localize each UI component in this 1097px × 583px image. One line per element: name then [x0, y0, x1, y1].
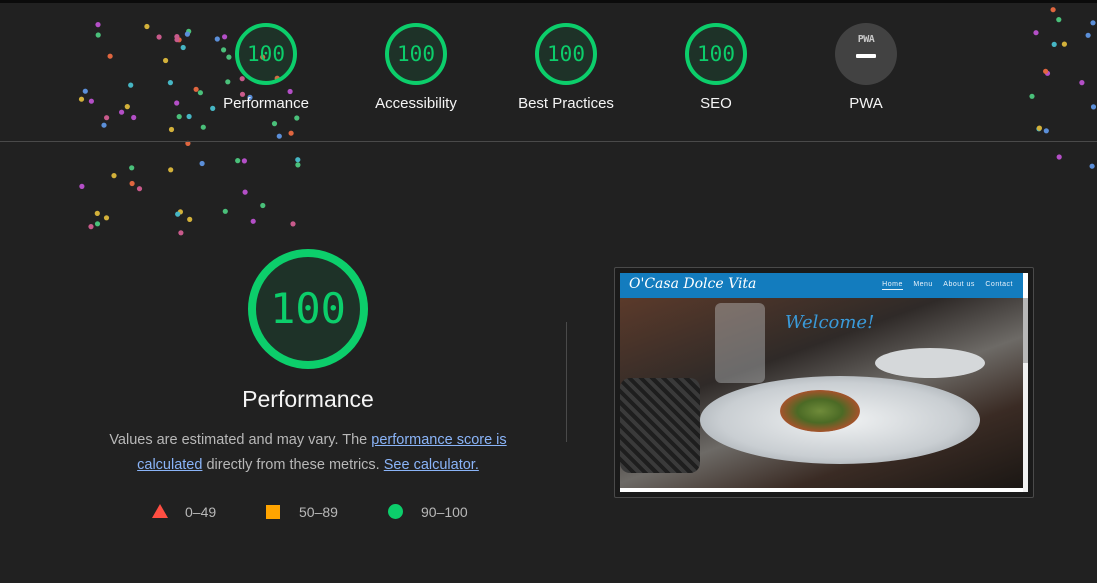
confetti-dot: [111, 173, 117, 179]
site-navbar: O'Casa Dolce Vita Home Menu About us Con…: [620, 273, 1023, 298]
performance-score-ring: 100: [235, 23, 297, 85]
see-calculator-link[interactable]: See calculator.: [384, 457, 479, 473]
legend-average-range: 50–89: [299, 504, 338, 520]
gauge-pwa-label: PWA: [849, 95, 883, 112]
pass-circle-icon: [388, 504, 403, 519]
confetti-dot: [103, 215, 110, 221]
gauge-accessibility[interactable]: 100 Accessibility: [336, 23, 496, 113]
confetti-dot: [88, 224, 94, 230]
confetti-dot: [136, 186, 143, 192]
gauge-accessibility-label: Accessibility: [375, 95, 457, 112]
gauge-seo[interactable]: 100 SEO: [636, 23, 796, 113]
legend-pass-range: 90–100: [421, 504, 468, 520]
site-nav-contact: Contact: [985, 281, 1013, 288]
hero-image: Welcome!: [620, 298, 1023, 488]
accessibility-score-ring: 100: [385, 23, 447, 85]
performance-title: Performance: [242, 386, 374, 412]
confetti-dot: [187, 216, 193, 222]
category-gauges-header: 100 Performance 100 Accessibility 100 Be…: [0, 3, 1097, 142]
hero-welcome-text: Welcome!: [785, 312, 875, 333]
seo-score-ring: 100: [685, 23, 747, 85]
confetti-dot: [235, 158, 241, 164]
average-square-icon: [266, 505, 280, 519]
description-text-1: Values are estimated and may vary. The: [109, 432, 372, 448]
gauge-performance-label: Performance: [223, 95, 309, 112]
confetti-dot: [295, 162, 301, 168]
vertical-divider: [566, 322, 567, 442]
confetti-dot: [168, 167, 174, 173]
confetti-dot: [290, 221, 296, 227]
fail-triangle-icon: [152, 504, 168, 518]
site-nav-links: Home Menu About us Contact: [874, 281, 1013, 290]
confetti-dot: [177, 209, 183, 215]
legend-fail-range: 0–49: [185, 504, 217, 520]
confetti-dot: [242, 189, 248, 195]
confetti-dot: [129, 180, 135, 187]
screenshot-scrollbar-thumb: [1023, 298, 1028, 363]
pwa-badge: PWA: [835, 23, 897, 85]
background-plate: [875, 348, 985, 378]
site-nav-menu: Menu: [913, 281, 933, 288]
wine-glass: [715, 303, 765, 383]
confetti-dot: [175, 211, 181, 217]
gauge-performance[interactable]: 100 Performance: [186, 23, 346, 113]
gauge-pwa[interactable]: PWA PWA: [786, 23, 946, 113]
confetti-dot: [295, 157, 301, 163]
confetti-dot: [129, 165, 135, 171]
site-nav-home: Home: [882, 281, 903, 290]
confetti-dot: [260, 202, 266, 209]
gauge-seo-label: SEO: [700, 95, 732, 112]
site-logo-text: O'Casa Dolce Vita: [629, 276, 757, 292]
confetti-dot: [222, 208, 228, 214]
bread-basket: [620, 378, 700, 473]
site-nav-about: About us: [943, 281, 975, 288]
screenshot-page: Welcome! O'Casa Dolce Vita Home Menu Abo…: [620, 273, 1028, 492]
confetti-dot: [94, 221, 101, 227]
confetti-dot: [178, 230, 184, 236]
description-text-2: directly from these metrics.: [202, 457, 384, 473]
score-description: Values are estimated and may vary. The p…: [88, 428, 528, 478]
confetti-dot: [241, 158, 247, 164]
confetti-dot: [94, 210, 100, 216]
confetti-dot: [199, 160, 205, 167]
confetti-dot: [79, 183, 85, 189]
performance-main-score: 100: [248, 249, 368, 369]
score-scale-legend: 0–49 50–89 90–100: [152, 503, 492, 521]
pwa-badge-text: PWA: [857, 34, 875, 45]
gauge-best-practices[interactable]: 100 Best Practices: [486, 23, 646, 113]
pwa-dash-icon: [856, 54, 876, 58]
best-practices-score-ring: 100: [535, 23, 597, 85]
food-dish: [780, 390, 860, 432]
confetti-dot: [1089, 163, 1095, 169]
final-screenshot[interactable]: Welcome! O'Casa Dolce Vita Home Menu Abo…: [614, 267, 1034, 498]
gauge-best-practices-label: Best Practices: [518, 95, 614, 112]
confetti-dot: [250, 218, 256, 224]
confetti-dot: [1056, 154, 1062, 160]
